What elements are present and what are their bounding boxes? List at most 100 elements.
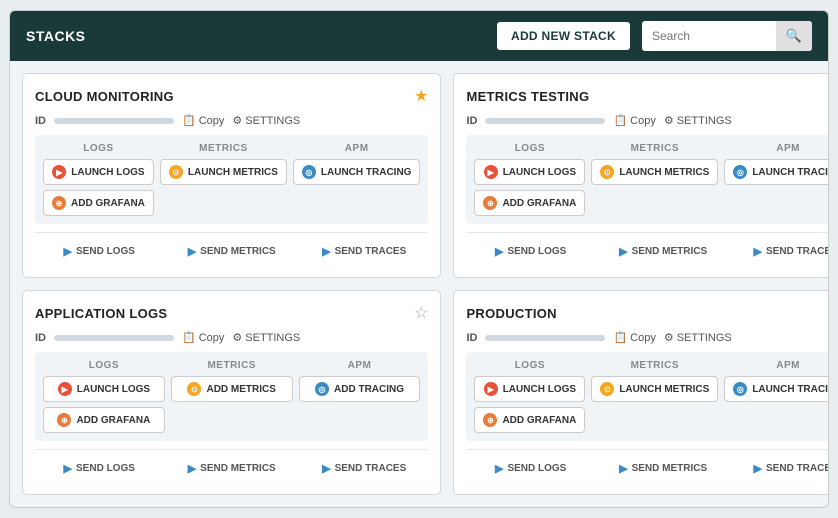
search-container: 🔍: [642, 21, 812, 51]
launch-logs-button[interactable]: ▶ LAUNCH LOGS: [43, 159, 154, 185]
id-bar: [485, 118, 605, 124]
apm-col: APM ◎ LAUNCH TRACING: [293, 143, 421, 216]
logs-col: LOGS ▶ LAUNCH LOGS ⊕ ADD GRAFANA: [43, 143, 154, 216]
logs-col: LOGS ▶ LAUNCH LOGS ⊕ ADD GRAFANA: [474, 360, 585, 433]
star-icon-empty[interactable]: ☆: [414, 303, 428, 323]
metrics-icon: ⊙: [600, 382, 614, 396]
header-title: STACKS: [26, 28, 485, 44]
id-label: ID: [35, 115, 46, 127]
launch-logs-button[interactable]: ▶ LAUNCH LOGS: [474, 376, 585, 402]
apm-title: APM: [776, 143, 800, 154]
id-bar: [54, 335, 174, 341]
send-traces-button[interactable]: ▶ SEND TRACES: [731, 241, 829, 262]
apm-icon: ◎: [315, 382, 329, 396]
stack-id-row: ID 📋 Copy ⚙ SETTINGS: [35, 331, 428, 344]
apm-icon: ◎: [733, 382, 747, 396]
launch-tracing-button[interactable]: ◎ LAUNCH TRACING: [724, 159, 829, 185]
send-row: ▶ SEND LOGS ▶ SEND METRICS ▶ SEND TRACES: [35, 232, 428, 262]
stack-card-application-logs: APPLICATION LOGS ☆ ID 📋 Copy ⚙ SETTINGS …: [22, 290, 441, 495]
stack-header: CLOUD MONITORING ★: [35, 86, 428, 106]
send-traces-button[interactable]: ▶ SEND TRACES: [300, 241, 428, 262]
copy-button[interactable]: 📋 Copy: [182, 331, 224, 344]
send-metrics-button[interactable]: ▶ SEND METRICS: [599, 241, 727, 262]
send-metrics-icon: ▶: [188, 245, 196, 258]
send-logs-button[interactable]: ▶ SEND LOGS: [466, 458, 594, 479]
logs-icon: ▶: [484, 165, 498, 179]
settings-button[interactable]: ⚙ SETTINGS: [664, 114, 732, 127]
launch-metrics-button[interactable]: ⊙ LAUNCH METRICS: [591, 159, 718, 185]
copy-icon: 📋: [182, 114, 196, 127]
add-grafana-button[interactable]: ⊕ ADD GRAFANA: [474, 190, 585, 216]
metrics-col: METRICS ⊙ LAUNCH METRICS: [591, 143, 718, 216]
send-metrics-button[interactable]: ▶ SEND METRICS: [167, 458, 295, 479]
send-logs-button[interactable]: ▶ SEND LOGS: [35, 458, 163, 479]
send-logs-icon: ▶: [495, 245, 503, 258]
stack-name: CLOUD MONITORING: [35, 89, 174, 104]
header: STACKS ADD NEW STACK 🔍: [10, 11, 828, 61]
send-row: ▶ SEND LOGS ▶ SEND METRICS ▶ SEND TRACES: [466, 449, 829, 479]
launch-tracing-button[interactable]: ◎ LAUNCH TRACING: [724, 376, 829, 402]
copy-button[interactable]: 📋 Copy: [613, 331, 655, 344]
send-traces-icon: ▶: [754, 245, 762, 258]
add-grafana-button[interactable]: ⊕ ADD GRAFANA: [43, 407, 165, 433]
apm-col: APM ◎ LAUNCH TRACING: [724, 360, 829, 433]
id-bar: [54, 118, 174, 124]
grafana-icon: ⊕: [57, 413, 71, 427]
stack-card-cloud-monitoring: CLOUD MONITORING ★ ID 📋 Copy ⚙ SETTINGS …: [22, 73, 441, 278]
stack-name: APPLICATION LOGS: [35, 306, 167, 321]
copy-button[interactable]: 📋 Copy: [613, 114, 655, 127]
settings-icon: ⚙: [664, 331, 674, 344]
send-metrics-button[interactable]: ▶ SEND METRICS: [167, 241, 295, 262]
copy-icon: 📋: [613, 331, 627, 344]
metrics-title: METRICS: [631, 360, 680, 371]
launch-logs-button[interactable]: ▶ LAUNCH LOGS: [43, 376, 165, 402]
settings-icon: ⚙: [664, 114, 674, 127]
add-new-stack-button[interactable]: ADD NEW STACK: [497, 22, 630, 50]
stacks-grid: CLOUD MONITORING ★ ID 📋 Copy ⚙ SETTINGS …: [10, 61, 828, 507]
id-label: ID: [35, 332, 46, 344]
apm-title: APM: [348, 360, 372, 371]
apm-icon: ◎: [733, 165, 747, 179]
send-logs-icon: ▶: [495, 462, 503, 475]
search-input[interactable]: [642, 22, 776, 50]
launch-tracing-button[interactable]: ◎ LAUNCH TRACING: [293, 159, 421, 185]
send-metrics-icon: ▶: [619, 462, 627, 475]
apm-title: APM: [776, 360, 800, 371]
stack-id-row: ID 📋 Copy ⚙ SETTINGS: [35, 114, 428, 127]
settings-button[interactable]: ⚙ SETTINGS: [232, 331, 300, 344]
settings-button[interactable]: ⚙ SETTINGS: [664, 331, 732, 344]
add-metrics-button[interactable]: ⊙ ADD METRICS: [171, 376, 293, 402]
app-container: STACKS ADD NEW STACK 🔍 CLOUD MONITORING …: [9, 10, 829, 508]
copy-button[interactable]: 📋 Copy: [182, 114, 224, 127]
grafana-icon: ⊕: [483, 413, 497, 427]
send-logs-button[interactable]: ▶ SEND LOGS: [35, 241, 163, 262]
apm-col: APM ◎ ADD TRACING: [299, 360, 421, 433]
metrics-title: METRICS: [199, 143, 248, 154]
apm-col: APM ◎ LAUNCH TRACING: [724, 143, 829, 216]
settings-button[interactable]: ⚙ SETTINGS: [232, 114, 300, 127]
search-icon-button[interactable]: 🔍: [776, 21, 812, 51]
add-grafana-button[interactable]: ⊕ ADD GRAFANA: [474, 407, 585, 433]
send-traces-icon: ▶: [322, 245, 330, 258]
copy-icon: 📋: [613, 114, 627, 127]
send-logs-button[interactable]: ▶ SEND LOGS: [466, 241, 594, 262]
stack-card-metrics-testing: METRICS TESTING ☆ ID 📋 Copy ⚙ SETTINGS L…: [453, 73, 829, 278]
launch-metrics-button[interactable]: ⊙ LAUNCH METRICS: [160, 159, 287, 185]
send-metrics-button[interactable]: ▶ SEND METRICS: [599, 458, 727, 479]
settings-icon: ⚙: [232, 114, 242, 127]
send-traces-button[interactable]: ▶ SEND TRACES: [300, 458, 428, 479]
stack-header: PRODUCTION ☆: [466, 303, 829, 323]
send-traces-icon: ▶: [754, 462, 762, 475]
metrics-col: METRICS ⊙ LAUNCH METRICS: [160, 143, 287, 216]
launch-logs-button[interactable]: ▶ LAUNCH LOGS: [474, 159, 585, 185]
grafana-icon: ⊕: [52, 196, 66, 210]
launch-metrics-button[interactable]: ⊙ LAUNCH METRICS: [591, 376, 718, 402]
id-label: ID: [466, 115, 477, 127]
send-traces-button[interactable]: ▶ SEND TRACES: [731, 458, 829, 479]
logs-icon: ▶: [52, 165, 66, 179]
logs-title: LOGS: [515, 143, 545, 154]
add-tracing-button[interactable]: ◎ ADD TRACING: [299, 376, 421, 402]
star-icon-filled[interactable]: ★: [414, 86, 428, 106]
add-grafana-button[interactable]: ⊕ ADD GRAFANA: [43, 190, 154, 216]
copy-icon: 📋: [182, 331, 196, 344]
